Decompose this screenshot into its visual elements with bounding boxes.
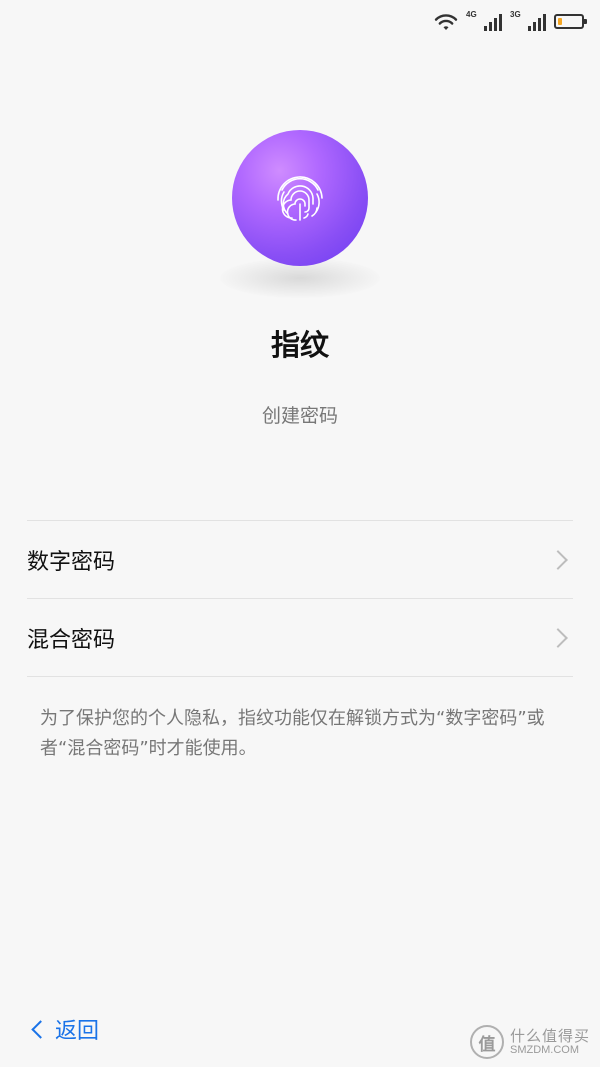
status-icons: 4G 3G [434,9,587,31]
back-button[interactable]: 返回 [30,1013,99,1045]
watermark-url: SMZDM.COM [509,1044,580,1057]
signal-3g: 3G [510,11,546,31]
watermark: 值 什么值得买 SMZDM.COM [469,1025,590,1059]
chevron-left-icon [31,1019,50,1039]
page-title: 指纹 [270,328,329,362]
signal-icon [528,14,546,31]
signal-4g: 4G [466,11,502,31]
option-label: 混合密码 [27,627,116,653]
option-digit-password[interactable]: 数字密码 [27,521,573,599]
chevron-right-icon [548,627,568,648]
network-type-label: 3G [510,10,521,19]
battery-level [558,18,562,25]
wifi-icon [434,14,458,30]
fingerprint-orb [232,130,368,266]
option-label: 数字密码 [27,549,116,575]
password-type-list: 数字密码 混合密码 [27,520,573,677]
status-bar: 4G 3G [0,0,600,38]
privacy-hint: 为了保护您的个人隐私，指纹功能仅在解锁方式为“数字密码”或者“混合密码”时才能使… [40,708,545,759]
chevron-right-icon [548,549,568,570]
watermark-text: 什么值得买 [509,1026,590,1045]
page-subtitle: 创建密码 [261,405,338,427]
fingerprint-icon [277,176,323,221]
back-label: 返回 [55,1019,100,1044]
battery-icon [554,14,587,29]
network-type-label: 4G [466,10,477,19]
signal-icon [484,14,502,31]
bottom-bar: 返回 值 什么值得买 SMZDM.COM [0,1003,600,1067]
watermark-logo: 值 [469,1025,504,1059]
option-mixed-password[interactable]: 混合密码 [27,599,573,677]
